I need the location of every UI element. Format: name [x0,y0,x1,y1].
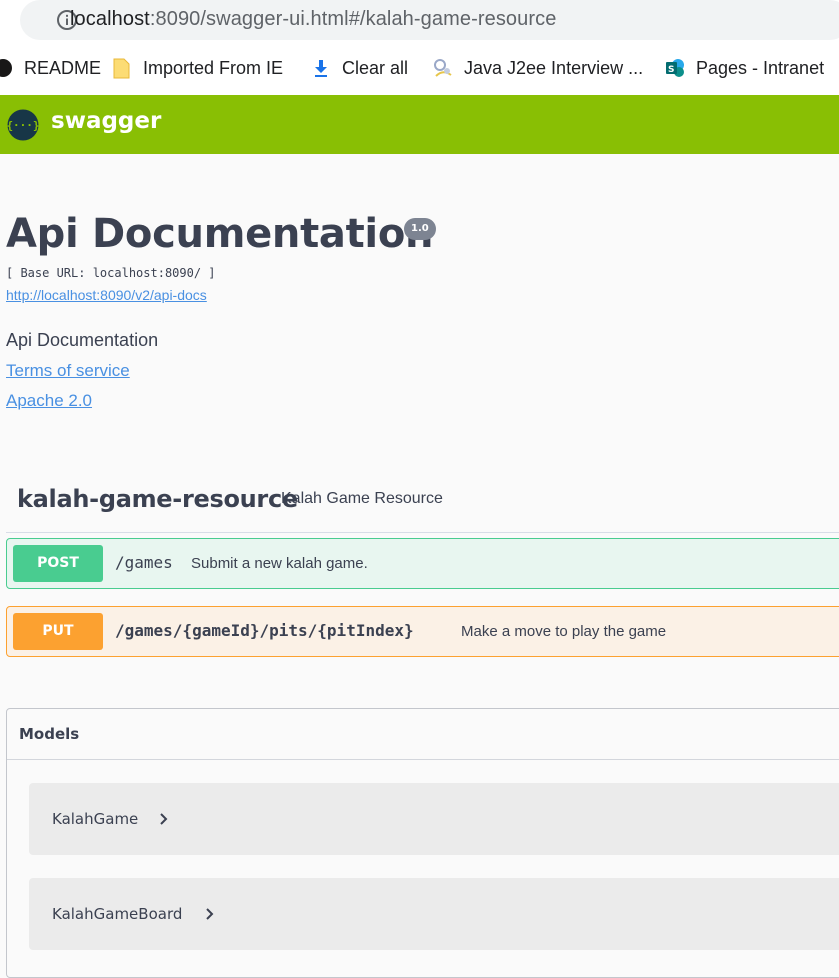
page-icon [434,59,452,77]
api-description: Api Documentation [6,330,159,350]
model-name: KalahGame [52,810,139,828]
url-path: :8090/swagger-ui.html#/kalah-game-resour… [149,8,557,30]
bookmark-label: Java J2ee Interview ... [464,57,644,78]
svg-text:S: S [668,65,674,75]
operation-path: /games/{gameId}/pits/{pitIndex} [115,621,414,640]
tag-divider [6,532,839,533]
page-title: Api Documentation [6,211,434,257]
tag-description: Kalah Game Resource [281,490,443,507]
sharepoint-icon: S [666,59,684,77]
api-docs-link[interactable]: http://localhost:8090/v2/api-docs [6,287,207,303]
bookmarks-bar: README Imported From IE Clear all Java J… [0,40,839,95]
opblock-put-games-pits[interactable]: PUT /games/{gameId}/pits/{pitIndex} Make… [6,606,839,657]
opblock-post-games[interactable]: POST /games Submit a new kalah game. [6,538,839,589]
models-header[interactable]: Models [7,709,839,760]
bookmark-readme[interactable]: README [0,56,101,80]
operation-path: /games [115,553,173,572]
url-host: localhost [70,8,150,30]
base-url: [ Base URL: localhost:8090/ ] [6,266,216,280]
bookmark-label: README [24,57,102,78]
model-kalahgameboard[interactable]: KalahGameBoard [29,878,839,950]
models-title: Models [19,725,80,743]
bookmark-imported-from-ie[interactable]: Imported From IE [111,56,283,80]
operation-summary: Submit a new kalah game. [191,555,368,572]
operation-summary: Make a move to play the game [461,623,667,640]
github-icon [0,59,12,77]
swagger-logo-icon[interactable]: {···} [7,109,39,141]
model-name: KalahGameBoard [52,905,183,923]
models-section: Models KalahGame KalahGameBoard [6,708,839,978]
chevron-right-icon [160,813,168,825]
logo-glyph: {···} [7,119,39,132]
model-kalahgame[interactable]: KalahGame [29,783,839,855]
version-badge: 1.0 [404,218,436,240]
terms-of-service-link[interactable]: Terms of service [6,361,130,381]
folder-icon [113,58,130,79]
bookmark-java-j2ee[interactable]: Java J2ee Interview ... [432,56,643,80]
chevron-right-icon [206,908,214,920]
bookmark-pages-intranet[interactable]: S Pages - Intranet [664,56,824,80]
tag-name[interactable]: kalah-game-resource [17,485,298,513]
swagger-logo-text[interactable]: swagger [51,108,161,134]
method-badge-post: POST [13,545,103,582]
method-badge-put: PUT [13,613,103,650]
url-text[interactable]: localhost:8090/swagger-ui.html#/kalah-ga… [70,8,556,31]
browser-address-bar: localhost:8090/swagger-ui.html#/kalah-ga… [0,0,839,40]
swagger-topbar: {···} swagger [0,95,839,154]
bookmark-clear-all[interactable]: Clear all [310,56,408,80]
bookmark-label: Clear all [342,57,409,78]
bookmark-label: Pages - Intranet [696,57,825,78]
download-icon [315,60,327,77]
bookmark-label: Imported From IE [143,57,284,78]
license-link[interactable]: Apache 2.0 [6,391,92,411]
